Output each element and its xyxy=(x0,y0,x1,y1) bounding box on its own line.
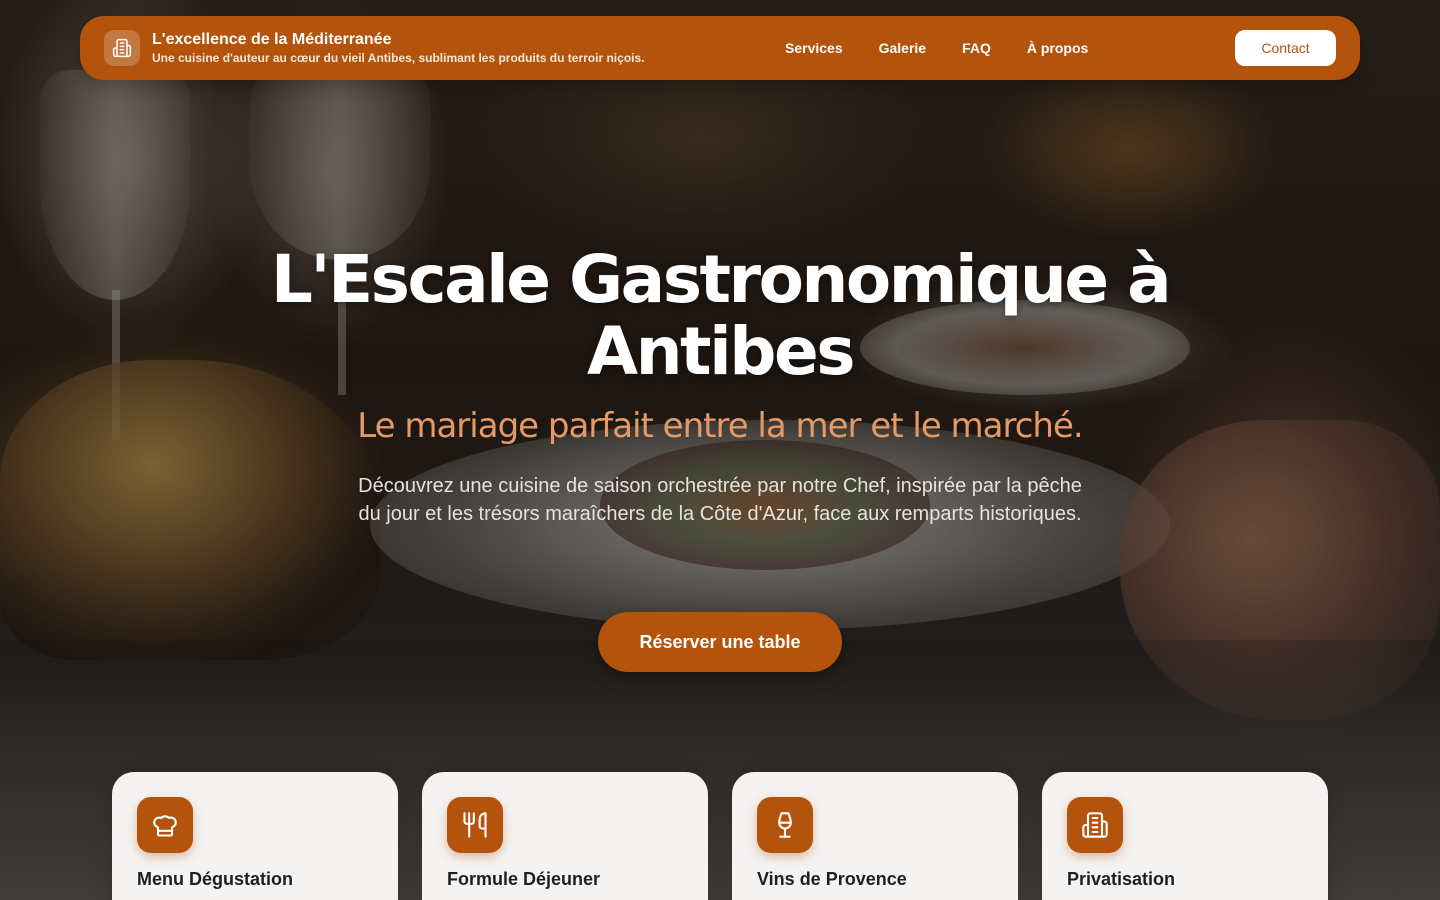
nav-link-services[interactable]: Services xyxy=(785,40,843,56)
service-card-title: Formule Déjeuner xyxy=(447,869,601,889)
contact-button[interactable]: Contact xyxy=(1235,30,1336,66)
hero-section: L'Escale Gastronomique à Antibes Le mari… xyxy=(0,244,1440,528)
service-card-vins-de-provence[interactable]: Vins de Provence xyxy=(732,772,1018,900)
building-icon xyxy=(1067,797,1123,853)
service-card-menu-degustation[interactable]: Menu Dégustation xyxy=(112,772,398,900)
chef-hat-icon xyxy=(137,797,193,853)
brand-title: L'excellence de la Méditerranée xyxy=(152,31,392,48)
main-nav: Services Galerie FAQ À propos xyxy=(785,16,1088,80)
nav-link-faq[interactable]: FAQ xyxy=(962,40,991,56)
service-card-title: Privatisation xyxy=(1067,869,1176,889)
brand[interactable]: L'excellence de la Méditerranée Une cuis… xyxy=(104,30,645,66)
site-header: L'excellence de la Méditerranée Une cuis… xyxy=(80,16,1360,80)
service-card-title: Vins de Provence xyxy=(757,869,907,889)
nav-link-galerie[interactable]: Galerie xyxy=(879,40,926,56)
brand-subtitle: Une cuisine d'auteur au cœur du vieil An… xyxy=(152,51,645,65)
nav-link-a-propos[interactable]: À propos xyxy=(1027,40,1088,56)
service-card-formule-dejeuner[interactable]: Formule Déjeuner xyxy=(422,772,708,900)
reserve-table-button[interactable]: Réserver une table xyxy=(598,612,842,672)
hero-description: Découvrez une cuisine de saison orchestr… xyxy=(358,475,1082,525)
brand-text: L'excellence de la Méditerranée Une cuis… xyxy=(152,31,645,65)
wine-glass-icon xyxy=(757,797,813,853)
utensils-icon xyxy=(447,797,503,853)
service-card-privatisation[interactable]: Privatisation xyxy=(1042,772,1328,900)
service-card-title: Menu Dégustation xyxy=(137,869,293,889)
hero-title: L'Escale Gastronomique à Antibes xyxy=(270,241,1172,390)
building-icon xyxy=(104,30,140,66)
hero-tagline: Le mariage parfait entre la mer et le ma… xyxy=(357,406,1083,446)
